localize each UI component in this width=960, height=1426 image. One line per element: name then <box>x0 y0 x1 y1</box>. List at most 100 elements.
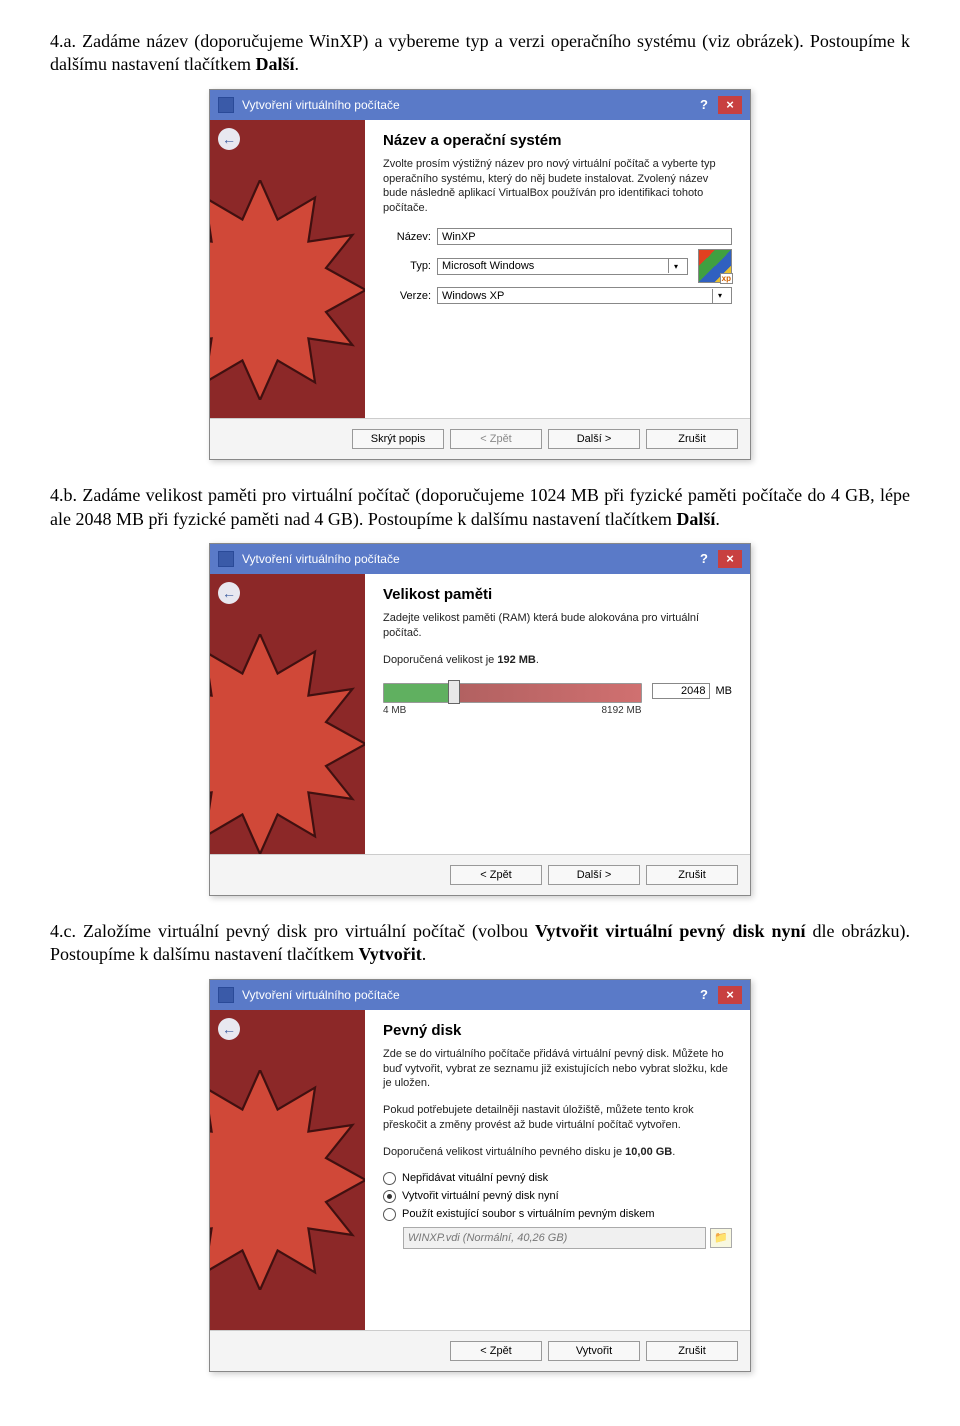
radio-no-disk[interactable]: Nepřidávat vituální pevný disk <box>383 1172 732 1185</box>
para-bold: Další <box>676 509 715 529</box>
para-suffix: . <box>294 54 299 74</box>
vbox-icon <box>218 551 234 567</box>
wizard-heading: Pevný disk <box>383 1022 732 1039</box>
wizard-content: Název a operační systém Zvolte prosím vý… <box>365 120 750 418</box>
back-arrow-icon[interactable]: ← <box>218 582 240 604</box>
hide-desc-button[interactable]: Skrýt popis <box>352 429 444 449</box>
help-icon[interactable]: ? <box>692 96 716 114</box>
memory-value-input[interactable] <box>652 683 710 699</box>
para-suffix: . <box>422 944 427 964</box>
radio-icon <box>383 1190 396 1203</box>
dialog-harddisk: Vytvoření virtuálního počítače ? × ← Pev… <box>209 979 751 1372</box>
desc2-bold: 192 MB <box>497 654 536 666</box>
radio-label: Nepřidávat vituální pevný disk <box>402 1172 548 1184</box>
para-suffix: . <box>715 509 720 529</box>
vbox-icon <box>218 97 234 113</box>
starburst-graphic <box>210 180 365 400</box>
desc2-post: . <box>536 654 539 666</box>
paragraph-4c: 4.c. Založíme virtuální pevný disk pro v… <box>50 920 910 967</box>
titlebar: Vytvoření virtuálního počítače ? × <box>210 544 750 574</box>
desc3-pre: Doporučená velikost virtuálního pevného … <box>383 1146 625 1158</box>
radio-icon <box>383 1172 396 1185</box>
back-arrow-icon[interactable]: ← <box>218 128 240 150</box>
wizard-desc1: Zadejte velikost paměti (RAM) která bude… <box>383 611 732 641</box>
button-row: Skrýt popis < Zpět Další > Zrušit <box>210 418 750 459</box>
folder-icon[interactable]: 📁 <box>710 1228 732 1248</box>
version-select[interactable]: Windows XP ▾ <box>437 287 732 304</box>
chevron-down-icon: ▾ <box>668 259 683 273</box>
next-button[interactable]: Další > <box>548 429 640 449</box>
window-title: Vytvoření virtuálního počítače <box>242 98 690 112</box>
close-icon[interactable]: × <box>718 986 742 1004</box>
type-value: Microsoft Windows <box>442 260 534 272</box>
starburst-graphic <box>210 1070 365 1290</box>
name-input[interactable] <box>437 228 732 245</box>
os-icon: xp <box>698 249 732 283</box>
wizard-sidebar: ← <box>210 1010 365 1330</box>
paragraph-4b: 4.b. Zadáme velikost paměti pro virtuáln… <box>50 484 910 531</box>
radio-icon <box>383 1208 396 1221</box>
para-text: 4.b. Zadáme velikost paměti pro virtuáln… <box>50 485 910 528</box>
help-icon[interactable]: ? <box>692 550 716 568</box>
wizard-heading: Název a operační systém <box>383 132 732 149</box>
memory-slider[interactable] <box>383 683 642 703</box>
desc2-pre: Doporučená velikost je <box>383 654 497 666</box>
memory-unit: MB <box>716 685 733 697</box>
create-button[interactable]: Vytvořit <box>548 1341 640 1361</box>
type-select[interactable]: Microsoft Windows ▾ <box>437 258 688 275</box>
slider-min-label: 4 MB <box>383 705 406 716</box>
button-row: < Zpět Další > Zrušit <box>210 854 750 895</box>
button-row: < Zpět Vytvořit Zrušit <box>210 1330 750 1371</box>
dialog-memory: Vytvoření virtuálního počítače ? × ← Vel… <box>209 543 751 896</box>
wizard-sidebar: ← <box>210 574 365 854</box>
back-arrow-icon[interactable]: ← <box>218 1018 240 1040</box>
para-prefix: 4.c. Založíme virtuální pevný disk pro v… <box>50 921 535 941</box>
para-bold2: Vytvořit <box>358 944 421 964</box>
wizard-desc3: Doporučená velikost virtuálního pevného … <box>383 1145 732 1160</box>
chevron-down-icon: ▾ <box>712 289 727 303</box>
xp-badge: xp <box>720 273 733 284</box>
name-label: Název: <box>383 231 437 243</box>
para-text: 4.a. Zadáme název (doporučujeme WinXP) a… <box>50 31 910 74</box>
wizard-heading: Velikost paměti <box>383 586 732 603</box>
back-button[interactable]: < Zpět <box>450 429 542 449</box>
back-button[interactable]: < Zpět <box>450 865 542 885</box>
wizard-content: Pevný disk Zde se do virtuálního počítač… <box>365 1010 750 1330</box>
close-icon[interactable]: × <box>718 550 742 568</box>
wizard-desc2: Pokud potřebujete detailněji nastavit úl… <box>383 1103 732 1133</box>
window-title: Vytvoření virtuálního počítače <box>242 552 690 566</box>
cancel-button[interactable]: Zrušit <box>646 1341 738 1361</box>
close-icon[interactable]: × <box>718 96 742 114</box>
slider-thumb[interactable] <box>448 680 460 704</box>
cancel-button[interactable]: Zrušit <box>646 429 738 449</box>
version-value: Windows XP <box>442 290 504 302</box>
wizard-desc1: Zde se do virtuálního počítače přidává v… <box>383 1047 732 1092</box>
titlebar: Vytvoření virtuálního počítače ? × <box>210 980 750 1010</box>
disk-file-input <box>403 1227 706 1249</box>
para-bold1: Vytvořit virtuální pevný disk nyní <box>535 921 805 941</box>
radio-label: Použít existující soubor s virtuálním pe… <box>402 1208 654 1220</box>
cancel-button[interactable]: Zrušit <box>646 865 738 885</box>
wizard-desc: Zvolte prosím výstižný název pro nový vi… <box>383 157 732 216</box>
wizard-content: Velikost paměti Zadejte velikost paměti … <box>365 574 750 854</box>
next-button[interactable]: Další > <box>548 865 640 885</box>
radio-existing-disk[interactable]: Použít existující soubor s virtuálním pe… <box>383 1208 732 1221</box>
wizard-sidebar: ← <box>210 120 365 418</box>
help-icon[interactable]: ? <box>692 986 716 1004</box>
desc3-bold: 10,00 GB <box>625 1146 672 1158</box>
starburst-graphic <box>210 634 365 854</box>
dialog-name-os: Vytvoření virtuálního počítače ? × ← Náz… <box>209 89 751 460</box>
radio-create-disk[interactable]: Vytvořit virtuální pevný disk nyní <box>383 1190 732 1203</box>
radio-label: Vytvořit virtuální pevný disk nyní <box>402 1190 559 1202</box>
type-label: Typ: <box>383 260 437 272</box>
titlebar: Vytvoření virtuálního počítače ? × <box>210 90 750 120</box>
paragraph-4a: 4.a. Zadáme název (doporučujeme WinXP) a… <box>50 30 910 77</box>
wizard-desc2: Doporučená velikost je 192 MB. <box>383 653 732 668</box>
desc3-post: . <box>672 1146 675 1158</box>
back-button[interactable]: < Zpět <box>450 1341 542 1361</box>
window-title: Vytvoření virtuálního počítače <box>242 988 690 1002</box>
para-bold: Další <box>255 54 294 74</box>
slider-max-label: 8192 MB <box>601 705 641 716</box>
vbox-icon <box>218 987 234 1003</box>
version-label: Verze: <box>383 290 437 302</box>
